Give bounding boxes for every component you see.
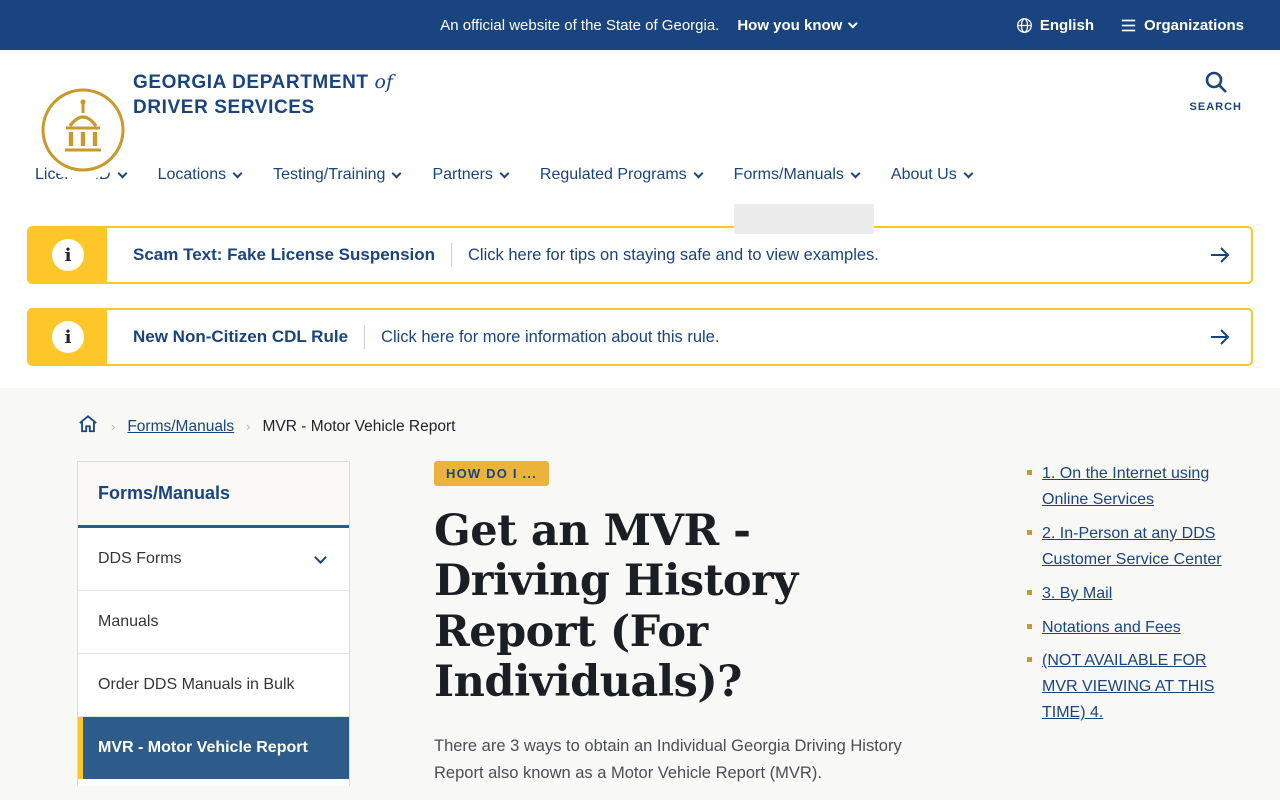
how-you-know-button[interactable]: How you know [737, 16, 858, 34]
globe-icon [1016, 17, 1033, 34]
alert-title: New Non-Citizen CDL Rule [133, 327, 349, 346]
nav-label: Locations [157, 166, 227, 183]
sidebar-item-order-dds-manuals[interactable]: Order DDS Manuals in Bulk [78, 654, 349, 717]
nav-label: Partners [432, 166, 493, 183]
alert-body: Scam Text: Fake License Suspension Click… [107, 228, 1209, 282]
search-label: SEARCH [1189, 101, 1242, 113]
alert-link[interactable]: Click here for tips on staying safe and … [468, 246, 879, 265]
info-icon: i [52, 239, 84, 271]
toc-item: 2. In-Person at any DDS Customer Service… [1027, 521, 1227, 573]
sidebar-item-label: MVR - Motor Vehicle Report [98, 739, 308, 756]
breadcrumb-link-forms-manuals[interactable]: Forms/Manuals [127, 418, 234, 436]
sidebar-item-label: DDS Forms [98, 550, 182, 567]
nav-item-about-us[interactable]: About Us [890, 146, 974, 204]
nav-item-regulated-programs[interactable]: Regulated Programs [539, 146, 704, 204]
chevron-down-icon [850, 168, 861, 178]
toc-link-by-mail[interactable]: 3. By Mail [1042, 585, 1112, 602]
toc-link-in-person[interactable]: 2. In-Person at any DDS Customer Service… [1042, 525, 1222, 568]
toc-item: Notations and Fees [1027, 615, 1227, 641]
alert-body: New Non-Citizen CDL Rule Click here for … [107, 310, 1209, 364]
toc-link-not-available[interactable]: (NOT AVAILABLE FOR MVR VIEWING AT THIS T… [1042, 652, 1214, 721]
page-columns: Forms/Manuals DDS Forms Manuals Order DD… [0, 461, 1280, 786]
alert-divider [451, 243, 453, 267]
organizations-button[interactable]: Organizations [1120, 17, 1244, 34]
agency-line1: GEORGIA DEPARTMENT [133, 72, 369, 93]
page-title: Get an MVR - Driving History Report (For… [434, 506, 798, 707]
nav-label: Testing/Training [273, 166, 386, 183]
nav-item-locations[interactable]: Locations [157, 146, 243, 204]
breadcrumb-separator: › [246, 419, 251, 434]
chevron-down-icon [963, 168, 974, 178]
toc-item: 3. By Mail [1027, 581, 1227, 607]
alert-divider [364, 325, 366, 349]
agency-line2: DRIVER SERVICES [133, 97, 315, 119]
arrow-right-icon[interactable] [1209, 310, 1251, 364]
toc-link-internet[interactable]: 1. On the Internet using Online Services [1042, 465, 1209, 508]
on-page-links: 1. On the Internet using Online Services… [1027, 461, 1227, 786]
chevron-down-icon [232, 168, 243, 178]
sidebar-item-label: Order DDS Manuals in Bulk [98, 676, 295, 693]
section-menu: Forms/Manuals DDS Forms Manuals Order DD… [77, 461, 350, 786]
alert-banners: i Scam Text: Fake License Suspension Cli… [0, 204, 1280, 388]
breadcrumb-current: MVR - Motor Vehicle Report [262, 417, 456, 435]
section-menu-title: Forms/Manuals [78, 462, 349, 528]
breadcrumb: › Forms/Manuals › MVR - Motor Vehicle Re… [77, 414, 1280, 439]
alert-flag: i [29, 310, 107, 364]
content-region: › Forms/Manuals › MVR - Motor Vehicle Re… [0, 388, 1280, 800]
language-button[interactable]: English [1016, 17, 1094, 34]
info-icon: i [52, 321, 84, 353]
nav-item-partners[interactable]: Partners [432, 146, 510, 204]
chevron-down-icon [693, 168, 704, 178]
page: An official website of the State of Geor… [0, 0, 1280, 800]
site-header: GEORGIA DEPARTMENT of DRIVER SERVICES SE… [0, 50, 1280, 180]
sidebar-item-mvr[interactable]: MVR - Motor Vehicle Report [78, 717, 349, 779]
nav-label: Regulated Programs [539, 166, 687, 183]
breadcrumb-separator: › [111, 419, 116, 434]
toc-item: 1. On the Internet using Online Services [1027, 461, 1227, 513]
sidebar-item-dds-forms[interactable]: DDS Forms [78, 528, 349, 591]
organizations-label: Organizations [1143, 16, 1244, 34]
how-do-i-badge: HOW DO I ... [434, 461, 549, 486]
sidebar-item-label: Manuals [98, 613, 159, 630]
nav-item-testing-training[interactable]: Testing/Training [273, 146, 402, 204]
toc-list: 1. On the Internet using Online Services… [1027, 461, 1227, 726]
home-icon[interactable] [77, 414, 99, 439]
agency-logo[interactable] [33, 80, 133, 180]
alert-flag: i [29, 228, 107, 282]
toc-item: (NOT AVAILABLE FOR MVR VIEWING AT THIS T… [1027, 648, 1227, 726]
official-site-notice: An official website of the State of Geor… [440, 16, 858, 34]
arrow-right-icon[interactable] [1209, 228, 1251, 282]
official-site-text: An official website of the State of Geor… [440, 16, 720, 34]
search-icon [1204, 71, 1228, 98]
how-you-know-label: How you know [737, 16, 843, 34]
primary-nav: License/ID Locations Testing/Training Pa… [0, 146, 1280, 234]
topbar-utilities: English Organizations [1016, 17, 1244, 34]
search-button[interactable]: SEARCH [1190, 70, 1242, 113]
chevron-down-icon [392, 168, 402, 178]
chevron-down-icon [499, 168, 510, 178]
article: HOW DO I ... Get an MVR - Driving Histor… [434, 461, 939, 786]
agency-title: GEORGIA DEPARTMENT of DRIVER SERVICES [133, 70, 393, 120]
chevron-down-icon [847, 18, 858, 28]
alert-link[interactable]: Click here for more information about th… [381, 328, 719, 347]
toc-link-notations-fees[interactable]: Notations and Fees [1042, 619, 1181, 636]
agency-of: of [374, 71, 394, 93]
chevron-down-icon [314, 550, 327, 564]
sidebar-item-manuals[interactable]: Manuals [78, 591, 349, 654]
language-label: English [1039, 16, 1094, 34]
alert-title: Scam Text: Fake License Suspension [133, 245, 436, 264]
nav-item-forms-manuals[interactable]: Forms/Manuals [733, 146, 874, 234]
government-topbar: An official website of the State of Geor… [0, 0, 1280, 50]
intro-paragraph: There are 3 ways to obtain an Individual… [434, 737, 902, 782]
alert-cdl-rule[interactable]: i New Non-Citizen CDL Rule Click here fo… [27, 308, 1253, 366]
alert-scam-text[interactable]: i Scam Text: Fake License Suspension Cli… [27, 226, 1253, 284]
nav-label: Forms/Manuals [733, 166, 844, 183]
nav-label: About Us [890, 166, 957, 183]
list-icon [1120, 18, 1137, 33]
